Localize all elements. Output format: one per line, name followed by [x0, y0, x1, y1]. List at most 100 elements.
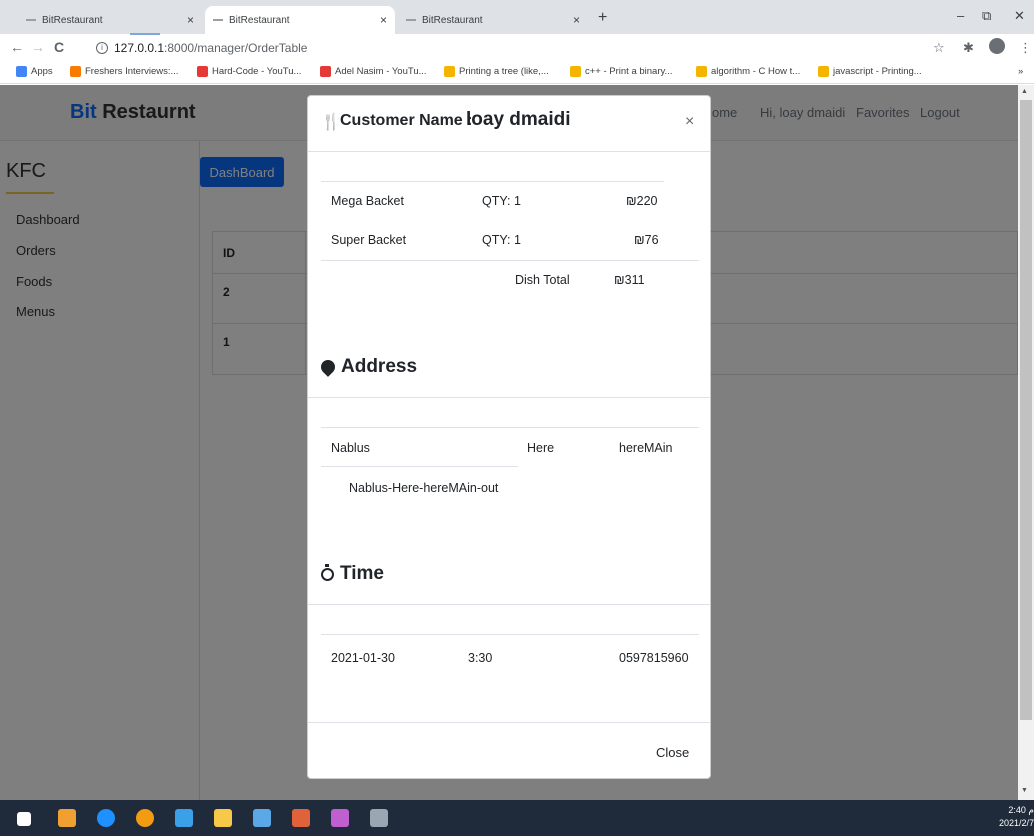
divider — [321, 466, 518, 467]
stackoverflow-icon — [818, 66, 829, 77]
tab-favicon-icon — [213, 19, 223, 21]
order-details-modal: 🍴 Customer Name : loay dmaidi × Mega Bac… — [307, 95, 711, 779]
order-date: 2021-01-30 — [331, 651, 395, 665]
browser-tab-1[interactable]: BitRestaurant × — [18, 6, 202, 34]
new-tab-button[interactable]: + — [598, 9, 607, 27]
modal-close-icon[interactable]: × — [685, 113, 694, 131]
windows-taskbar — [0, 800, 1034, 836]
address-full: Nablus-Here-hereMAin-out — [349, 481, 499, 495]
customer-name: loay dmaidi — [466, 109, 571, 130]
bookmark-item[interactable]: Adel Nasim - YouTu... — [320, 66, 427, 77]
tab-favicon-icon — [406, 19, 416, 21]
scroll-up-icon[interactable]: ▲ — [1021, 88, 1028, 95]
url-path: :8000/manager/OrderTable — [164, 41, 308, 55]
bookmark-item[interactable]: c++ - Print a binary... — [570, 66, 672, 77]
youtube-icon — [197, 66, 208, 77]
active-app-indicator — [130, 33, 160, 35]
divider — [308, 604, 710, 605]
phpstorm-icon[interactable] — [331, 809, 349, 827]
dish-total-label: Dish Total — [515, 273, 570, 287]
store-icon[interactable] — [58, 809, 76, 827]
url-bar[interactable]: i 127.0.0.1:8000/manager/OrderTable — [96, 37, 956, 59]
tab-title: BitRestaurant — [229, 14, 290, 26]
bookmarks-overflow-icon[interactable]: » — [1018, 66, 1023, 77]
item-price: ₪76 — [634, 233, 659, 247]
stopwatch-icon — [321, 563, 334, 581]
bookmark-apps[interactable]: Apps — [16, 66, 53, 77]
bookmark-label: Printing a tree (like,... — [459, 66, 549, 77]
app-icon[interactable] — [370, 809, 388, 827]
map-marker-icon — [318, 357, 338, 377]
customer-phone: 0597815960 — [619, 651, 689, 665]
reload-icon[interactable]: C — [54, 39, 64, 55]
browser-menu-icon[interactable]: ⋮ — [1019, 40, 1032, 56]
bookmark-label: algorithm - C How t... — [711, 66, 801, 77]
start-icon[interactable] — [17, 812, 31, 826]
utensils-icon: 🍴 — [321, 114, 341, 131]
back-icon[interactable]: ← — [10, 39, 24, 55]
bookmark-item[interactable]: algorithm - C How t... — [696, 66, 800, 77]
address-building: hereMAin — [619, 441, 673, 455]
modal-footer: Close — [308, 722, 710, 780]
time-title: Time — [340, 563, 385, 584]
scroll-down-icon[interactable]: ▼ — [1021, 787, 1028, 794]
bookmark-item[interactable]: Freshers Interviews:... — [70, 66, 178, 77]
clock-time: 2:40 م — [1008, 805, 1034, 815]
xampp-icon[interactable] — [292, 809, 310, 827]
site-info-icon[interactable]: i — [96, 42, 108, 54]
bookmark-item[interactable]: Hard-Code - YouTu... — [197, 66, 301, 77]
item-price: ₪220 — [626, 194, 658, 208]
bookmark-favicon-icon — [70, 66, 81, 77]
restore-icon[interactable]: ⧉ — [982, 8, 991, 24]
divider — [321, 634, 699, 635]
scrollbar-thumb[interactable] — [1020, 100, 1032, 720]
address-toolbar: ← → C i 127.0.0.1:8000/manager/OrderTabl… — [0, 34, 1034, 62]
item-name: Mega Backet — [331, 194, 404, 208]
bookmark-item[interactable]: javascript - Printing... — [818, 66, 922, 77]
profile-avatar[interactable] — [989, 38, 1005, 54]
item-qty: QTY: 1 — [482, 194, 521, 208]
bookmark-label: Hard-Code - YouTu... — [212, 66, 302, 77]
tab-title: BitRestaurant — [422, 14, 483, 26]
bookmark-favicon-icon — [444, 66, 455, 77]
chrome-icon[interactable] — [136, 809, 154, 827]
address-title: Address — [341, 356, 418, 377]
browser-tab-3[interactable]: BitRestaurant × — [398, 6, 588, 34]
bookmark-label: javascript - Printing... — [833, 66, 922, 77]
address-city: Nablus — [331, 441, 370, 455]
file-explorer-icon[interactable] — [214, 809, 232, 827]
bookmark-star-icon[interactable]: ☆ — [933, 40, 945, 56]
bookmark-label: Freshers Interviews:... — [85, 66, 179, 77]
bookmark-label: Apps — [31, 66, 53, 77]
tab-close-icon[interactable]: × — [380, 13, 387, 27]
tab-title: BitRestaurant — [42, 14, 103, 26]
edge-icon[interactable] — [97, 809, 115, 827]
bookmark-label: c++ - Print a binary... — [585, 66, 673, 77]
divider — [321, 260, 699, 261]
minimize-icon[interactable]: – — [957, 8, 964, 23]
app-icon[interactable] — [253, 809, 271, 827]
bookmark-label: Adel Nasim - YouTu... — [335, 66, 427, 77]
forward-icon[interactable]: → — [31, 39, 45, 55]
bookmarks-bar: Apps Freshers Interviews:... Hard-Code -… — [0, 62, 1034, 84]
url-host: 127.0.0.1 — [114, 41, 165, 55]
tab-close-icon[interactable]: × — [187, 13, 194, 27]
close-window-icon[interactable]: ✕ — [1014, 8, 1025, 24]
browser-tab-2-active[interactable]: BitRestaurant × — [205, 6, 395, 34]
stackoverflow-icon — [570, 66, 581, 77]
taskbar-clock[interactable]: 2:40 م 2021/2/7 — [990, 804, 1034, 830]
bookmark-item[interactable]: Printing a tree (like,... — [444, 66, 549, 77]
order-time: 3:30 — [468, 651, 493, 665]
item-qty: QTY: 1 — [482, 233, 521, 247]
mail-icon[interactable] — [175, 809, 193, 827]
modal-header: 🍴 Customer Name : loay dmaidi × — [308, 96, 710, 152]
divider — [308, 397, 710, 398]
item-name: Super Backet — [331, 233, 407, 247]
extensions-icon[interactable]: ✱ — [963, 40, 974, 56]
close-button[interactable]: Close — [656, 745, 689, 760]
time-heading: Time — [321, 563, 384, 585]
tab-close-icon[interactable]: × — [573, 13, 580, 27]
stackoverflow-icon — [696, 66, 707, 77]
address-heading: Address — [318, 356, 418, 378]
tab-favicon-icon — [26, 19, 36, 21]
